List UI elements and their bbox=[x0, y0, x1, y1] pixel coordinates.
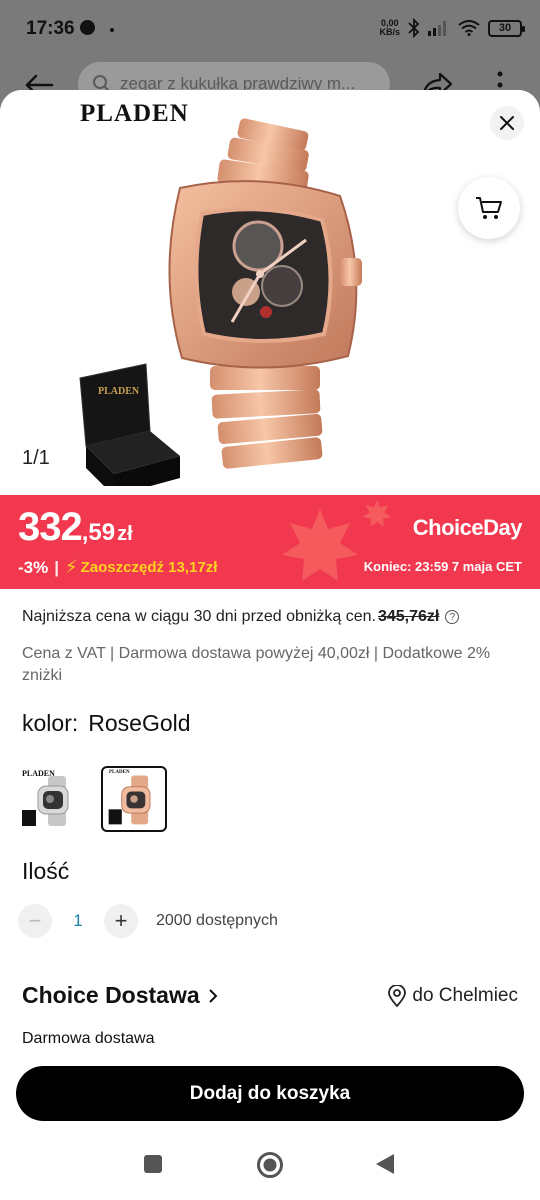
chevron-right-icon bbox=[208, 988, 218, 1003]
savings-text: Zaoszczędź 13,17zł bbox=[80, 559, 218, 576]
quantity-decrease-button[interactable]: − bbox=[18, 904, 52, 938]
rosegold-watch-thumbnail bbox=[108, 775, 151, 825]
star-decoration bbox=[282, 509, 358, 581]
cart-button[interactable] bbox=[458, 177, 520, 239]
campaign-logo: ChoiceDay bbox=[412, 515, 523, 540]
current-price: 332 ,59 zł bbox=[18, 505, 133, 549]
separator: | bbox=[54, 557, 59, 577]
add-to-cart-button[interactable]: Dodaj do koszyka bbox=[16, 1066, 524, 1121]
bracelet-bottom bbox=[210, 366, 323, 469]
svg-text:PLADEN: PLADEN bbox=[98, 386, 140, 397]
quantity-value[interactable]: 1 bbox=[52, 911, 104, 931]
image-counter: 1/1 bbox=[22, 447, 50, 469]
close-button[interactable] bbox=[490, 106, 524, 140]
dot-status-icon bbox=[110, 28, 114, 32]
signal-icon bbox=[428, 21, 446, 36]
star-decoration-small bbox=[362, 499, 392, 527]
delivery-section-button[interactable]: Choice Dostawa bbox=[22, 982, 218, 1009]
product-sheet: PLADEN PLADEN 1/1 332 ,59 zł -3% | ⚡ Zao… bbox=[0, 90, 540, 1200]
bluetooth-icon bbox=[408, 18, 420, 38]
old-price: 345,76zł bbox=[377, 608, 440, 625]
discount-line: -3% | ⚡ Zaoszczędź 13,17zł bbox=[18, 557, 217, 578]
ball-status-icon bbox=[80, 20, 95, 35]
delivery-location[interactable]: do Chelmiec bbox=[388, 985, 518, 1007]
bolt-icon: ⚡ bbox=[65, 557, 78, 577]
quantity-stepper: − 1 + 2000 dostępnych bbox=[18, 904, 278, 938]
vat-info: Cena z VAT | Darmowa dostawa powyżej 40,… bbox=[22, 645, 491, 684]
info-icon[interactable]: ? bbox=[445, 610, 460, 624]
color-label: kolor: RoseGold bbox=[22, 710, 191, 736]
watch-case bbox=[168, 180, 362, 369]
nav-back-icon[interactable] bbox=[374, 1152, 396, 1176]
watch-box: PLADEN bbox=[79, 363, 180, 486]
close-icon bbox=[500, 116, 514, 130]
campaign-end: Koniec: 23:59 7 maja CET bbox=[363, 559, 522, 574]
nav-home-icon[interactable] bbox=[256, 1151, 284, 1179]
battery-indicator: 30 bbox=[488, 19, 525, 37]
wifi-icon bbox=[458, 20, 480, 36]
location-pin-icon bbox=[388, 985, 407, 1007]
color-variant-rosegold[interactable]: PLADEN bbox=[101, 766, 167, 832]
color-variant-silver[interactable]: PLADEN bbox=[18, 766, 84, 832]
color-value: RoseGold bbox=[88, 710, 191, 736]
status-bar: 17:36 0,00 KB/s 30 bbox=[0, 0, 540, 60]
network-speed: 0,00 KB/s bbox=[379, 18, 400, 37]
available-stock: 2000 dostępnych bbox=[156, 912, 278, 929]
nav-recents-icon[interactable] bbox=[143, 1154, 163, 1174]
system-nav-bar bbox=[0, 1132, 540, 1200]
lowest-price-note: Najniższa cena w ciągu 30 dni przed obni… bbox=[22, 608, 460, 626]
price-banner: 332 ,59 zł -3% | ⚡ Zaoszczędź 13,17zł Ch… bbox=[0, 495, 540, 589]
cart-icon bbox=[476, 197, 502, 219]
quantity-label: Ilość bbox=[22, 858, 70, 884]
status-time: 17:36 bbox=[26, 18, 75, 39]
product-image[interactable]: PLADEN bbox=[70, 116, 390, 486]
free-delivery-text: Darmowa dostawa bbox=[22, 1030, 155, 1047]
product-gallery[interactable]: PLADEN PLADEN 1/1 bbox=[0, 90, 540, 495]
quantity-increase-button[interactable]: + bbox=[104, 904, 138, 938]
discount-percent: -3% bbox=[18, 557, 49, 577]
